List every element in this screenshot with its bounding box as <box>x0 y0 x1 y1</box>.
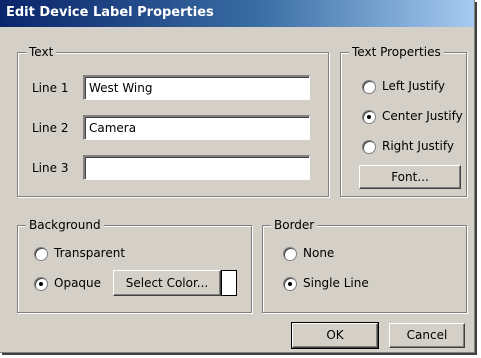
radio-selected-dot <box>367 115 371 119</box>
window-title: Edit Device Label Properties <box>6 5 214 20</box>
single-line-label[interactable]: Single Line <box>303 275 369 291</box>
font-button[interactable]: Font... <box>359 165 461 189</box>
left-justify-label[interactable]: Left Justify <box>382 78 445 94</box>
radio-selected-dot <box>39 282 43 286</box>
none-radio[interactable] <box>283 247 297 261</box>
single-line-radio[interactable] <box>283 277 297 291</box>
text-group: Text Line 1 Line 2 Line 3 <box>17 44 329 197</box>
text-properties-group: Text Properties Left Justify Center Just… <box>340 44 467 197</box>
line2-label: Line 2 <box>32 121 69 135</box>
right-justify-radio[interactable] <box>362 140 376 154</box>
line1-input[interactable] <box>83 75 310 100</box>
transparent-radio[interactable] <box>34 247 48 261</box>
background-legend: Background <box>26 217 104 233</box>
transparent-label[interactable]: Transparent <box>54 245 125 261</box>
left-justify-radio[interactable] <box>362 80 376 94</box>
opaque-label[interactable]: Opaque <box>54 275 101 291</box>
text-group-legend: Text <box>26 44 57 60</box>
line2-input[interactable] <box>83 115 310 140</box>
right-justify-label[interactable]: Right Justify <box>382 138 454 154</box>
background-color-swatch[interactable] <box>221 270 237 296</box>
line1-label: Line 1 <box>32 81 69 95</box>
background-group: Background Transparent Opaque Select Col… <box>17 217 252 313</box>
text-properties-legend: Text Properties <box>349 44 444 60</box>
cancel-button[interactable]: Cancel <box>389 323 465 348</box>
center-justify-label[interactable]: Center Justify <box>382 108 463 124</box>
dialog-window: Edit Device Label Properties Text Line 1… <box>0 0 475 353</box>
select-color-button[interactable]: Select Color... <box>113 270 221 296</box>
border-group: Border None Single Line <box>262 217 467 313</box>
radio-selected-dot <box>288 282 292 286</box>
line3-input[interactable] <box>83 155 310 180</box>
none-label[interactable]: None <box>303 245 334 261</box>
title-bar[interactable]: Edit Device Label Properties <box>0 0 474 27</box>
center-justify-radio[interactable] <box>362 110 376 124</box>
ok-button[interactable]: OK <box>291 322 379 349</box>
border-legend: Border <box>271 217 318 233</box>
opaque-radio[interactable] <box>34 277 48 291</box>
line3-label: Line 3 <box>32 161 69 175</box>
